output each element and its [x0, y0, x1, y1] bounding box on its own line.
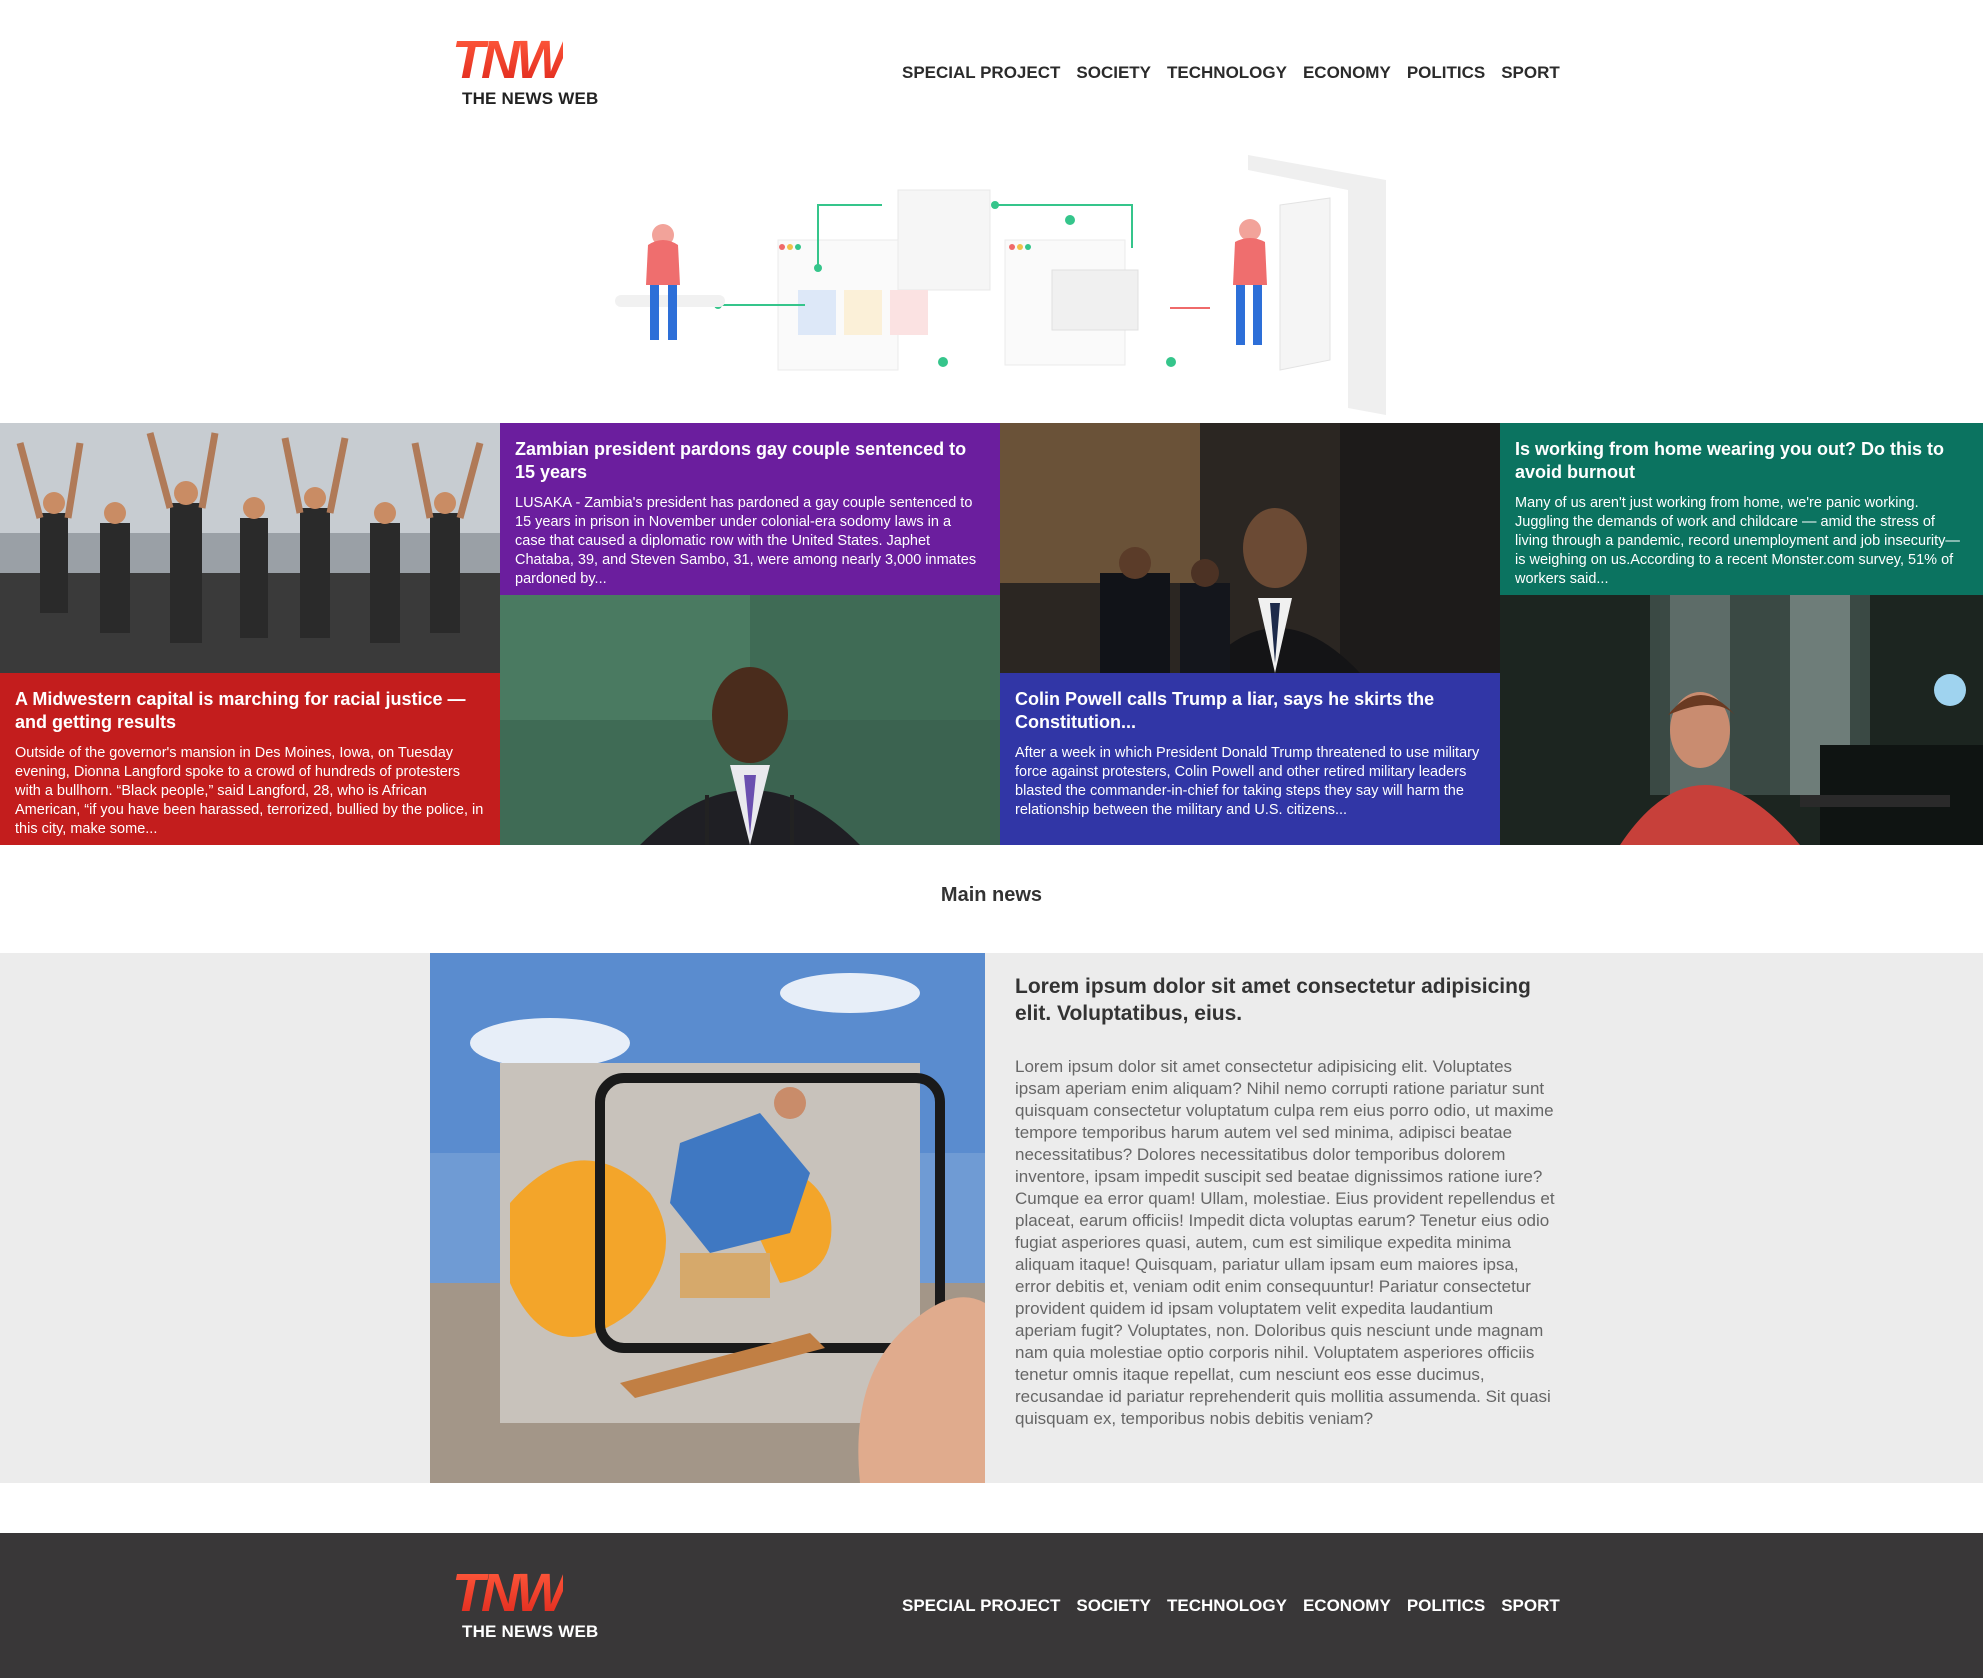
nav-special-project[interactable]: SPECIAL PROJECT — [902, 63, 1060, 83]
article-title[interactable]: A Midwestern capital is marching for rac… — [15, 688, 485, 734]
footer-nav: SPECIAL PROJECT SOCIETY TECHNOLOGY ECONO… — [902, 1596, 1560, 1616]
work-from-home-photo[interactable] — [1500, 595, 1983, 845]
article-card-3[interactable]: Colin Powell calls Trump a liar, says he… — [1000, 673, 1500, 845]
site-logo[interactable]: TNW THE NEWS WEB — [452, 30, 612, 124]
featured-article: Lorem ipsum dolor sit amet consectetur a… — [0, 953, 1983, 1483]
footer-nav-technology[interactable]: TECHNOLOGY — [1167, 1596, 1287, 1616]
article-card-2[interactable]: Zambian president pardons gay couple sen… — [500, 423, 1000, 595]
nav-technology[interactable]: TECHNOLOGY — [1167, 63, 1287, 83]
article-excerpt: Outside of the governor's mansion in Des… — [15, 745, 484, 837]
article-excerpt: LUSAKA - Zambia's president has pardoned… — [515, 495, 977, 587]
article-title[interactable]: Is working from home wearing you out? Do… — [1515, 438, 1968, 484]
section-title: Main news — [940, 884, 1043, 906]
featured-image[interactable] — [430, 953, 985, 1483]
hero-illustration — [615, 155, 1386, 415]
main-nav: SPECIAL PROJECT SOCIETY TECHNOLOGY ECONO… — [902, 63, 1560, 83]
article-excerpt: After a week in which President Donald T… — [1015, 745, 1480, 818]
nav-sport[interactable]: SPORT — [1501, 63, 1560, 83]
footer-nav-politics[interactable]: POLITICS — [1407, 1596, 1485, 1616]
site-footer: TNW THE NEWS WEB SPECIAL PROJECT SOCIETY… — [0, 1533, 1983, 1678]
article-card-1[interactable]: A Midwestern capital is marching for rac… — [0, 673, 500, 845]
featured-title[interactable]: Lorem ipsum dolor sit amet consectetur a… — [1015, 973, 1555, 1027]
logo-subtitle: THE NEWS WEB — [462, 89, 599, 108]
logo-subtitle: THE NEWS WEB — [462, 1622, 599, 1641]
news-grid: A Midwestern capital is marching for rac… — [0, 423, 1983, 845]
logo-mark: TNW — [452, 30, 567, 90]
protest-photo[interactable] — [0, 423, 500, 673]
footer-nav-economy[interactable]: ECONOMY — [1303, 1596, 1391, 1616]
nav-politics[interactable]: POLITICS — [1407, 63, 1485, 83]
logo-mark: TNW — [452, 1563, 567, 1623]
footer-logo[interactable]: TNW THE NEWS WEB — [452, 1563, 612, 1657]
footer-nav-sport[interactable]: SPORT — [1501, 1596, 1560, 1616]
footer-nav-society[interactable]: SOCIETY — [1076, 1596, 1151, 1616]
featured-body: Lorem ipsum dolor sit amet consectetur a… — [1015, 1057, 1555, 1428]
article-title[interactable]: Colin Powell calls Trump a liar, says he… — [1015, 688, 1485, 734]
article-card-4[interactable]: Is working from home wearing you out? Do… — [1500, 423, 1983, 595]
nav-economy[interactable]: ECONOMY — [1303, 63, 1391, 83]
footer-nav-special-project[interactable]: SPECIAL PROJECT — [902, 1596, 1060, 1616]
colin-powell-photo[interactable] — [1000, 423, 1500, 673]
nav-society[interactable]: SOCIETY — [1076, 63, 1151, 83]
article-excerpt: Many of us aren't just working from home… — [1515, 495, 1960, 587]
zambian-president-photo[interactable] — [500, 595, 1000, 845]
article-title[interactable]: Zambian president pardons gay couple sen… — [515, 438, 985, 484]
